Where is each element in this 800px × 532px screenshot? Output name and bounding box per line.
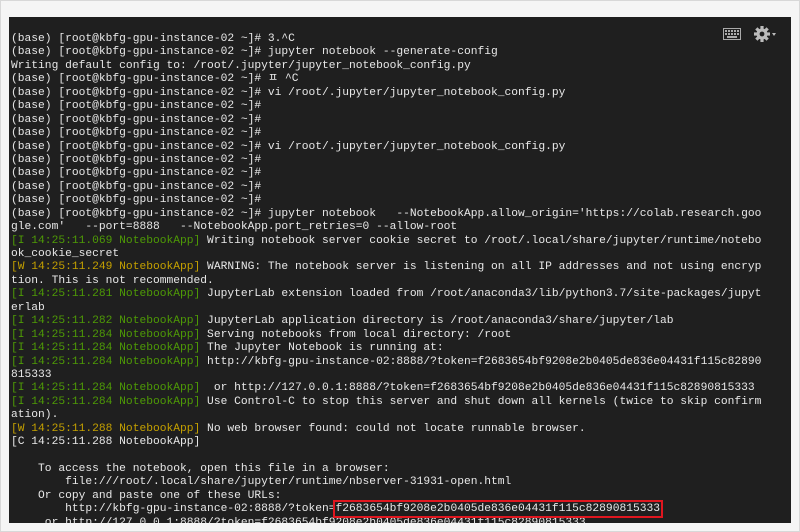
terminal-line: (base) [root@kbfg-gpu-instance-02 ~]# vi…	[11, 141, 761, 154]
line-text: (base) [root@kbfg-gpu-instance-02 ~]# ㅍ …	[11, 73, 299, 86]
log-prefix-info: [I 14:25:11.284 NotebookApp]	[11, 342, 201, 355]
line-text: 815333	[11, 368, 52, 381]
line-text: (base) [root@kbfg-gpu-instance-02 ~]#	[11, 113, 262, 126]
log-prefix-info: [I 14:25:11.284 NotebookApp]	[11, 355, 201, 368]
line-text: Writing default config to: /root/.jupyte…	[11, 59, 471, 72]
line-text: ok_cookie_secret	[11, 248, 120, 260]
terminal-output: (base) [root@kbfg-gpu-instance-02 ~]# 3.…	[11, 33, 761, 523]
line-text: or http://127.0.0.1:8888/?token=f2683654…	[11, 516, 586, 523]
line-text: The Jupyter Notebook is running at:	[200, 342, 444, 355]
line-text: [C 14:25:11.288 NotebookApp]	[11, 436, 201, 449]
line-text: gle.com' --port=8888 --NotebookApp.port_…	[11, 221, 458, 234]
terminal-line: [W 14:25:11.288 NotebookApp] No web brow…	[11, 423, 761, 436]
line-text: ation).	[11, 409, 59, 422]
terminal-line: (base) [root@kbfg-gpu-instance-02 ~]# ju…	[11, 46, 761, 59]
screenshot-frame: (base) [root@kbfg-gpu-instance-02 ~]# 3.…	[0, 0, 800, 532]
line-text: http://kbfg-gpu-instance-02:8888/?token=…	[200, 355, 762, 368]
line-text: (base) [root@kbfg-gpu-instance-02 ~]# ju…	[11, 46, 498, 59]
terminal-line: (base) [root@kbfg-gpu-instance-02 ~]#	[11, 194, 761, 207]
line-text: Serving notebooks from local directory: …	[200, 328, 512, 341]
log-prefix-info: [I 14:25:11.282 NotebookApp]	[11, 315, 201, 328]
line-text: No web browser found: could not locate r…	[200, 422, 586, 435]
line-text: WARNING: The notebook server is listenin…	[200, 261, 762, 274]
line-text: (base) [root@kbfg-gpu-instance-02 ~]# vi…	[11, 140, 566, 153]
line-text: JupyterLab application directory is /roo…	[200, 315, 674, 328]
terminal-line: To access the notebook, open this file i…	[11, 463, 761, 476]
line-text: (base) [root@kbfg-gpu-instance-02 ~]# 3.…	[11, 33, 295, 45]
highlighted-token: f2683654bf9208e2b0405de836e04431f115c828…	[332, 500, 664, 519]
terminal-line: [I 14:25:11.284 NotebookApp] The Jupyter…	[11, 342, 761, 355]
line-text: or http://127.0.0.1:8888/?token=f2683654…	[200, 382, 755, 395]
terminal-window[interactable]: (base) [root@kbfg-gpu-instance-02 ~]# 3.…	[9, 17, 791, 523]
terminal-line: Writing default config to: /root/.jupyte…	[11, 60, 761, 73]
line-text: (base) [root@kbfg-gpu-instance-02 ~]#	[11, 127, 262, 140]
line-text: (base) [root@kbfg-gpu-instance-02 ~]#	[11, 180, 262, 193]
log-prefix-info: [I 14:25:11.069 NotebookApp]	[11, 234, 201, 247]
terminal-line: (base) [root@kbfg-gpu-instance-02 ~]# 3.…	[11, 33, 761, 46]
terminal-line: ation).	[11, 409, 761, 422]
line-text: (base) [root@kbfg-gpu-instance-02 ~]# ju…	[11, 207, 762, 220]
line-text: http://kbfg-gpu-instance-02:8888/?token=	[11, 503, 336, 516]
line-text: Use Control-C to stop this server and sh…	[200, 395, 762, 408]
terminal-line: [I 14:25:11.284 NotebookApp] Serving not…	[11, 329, 761, 342]
line-text: (base) [root@kbfg-gpu-instance-02 ~]# vi…	[11, 86, 566, 99]
terminal-line: or http://127.0.0.1:8888/?token=f2683654…	[11, 517, 761, 523]
terminal-line: (base) [root@kbfg-gpu-instance-02 ~]#	[11, 114, 761, 127]
terminal-line: file:///root/.local/share/jupyter/runtim…	[11, 476, 761, 489]
terminal-line: tion. This is not recommended.	[11, 275, 761, 288]
log-prefix-info: [I 14:25:11.284 NotebookApp]	[11, 382, 201, 395]
terminal-line: (base) [root@kbfg-gpu-instance-02 ~]#	[11, 167, 761, 180]
line-text: Writing notebook server cookie secret to…	[200, 234, 762, 247]
line-text: JupyterLab extension loaded from /root/a…	[200, 288, 762, 301]
terminal-line: http://kbfg-gpu-instance-02:8888/?token=…	[11, 500, 761, 519]
terminal-line: (base) [root@kbfg-gpu-instance-02 ~]# ju…	[11, 208, 761, 221]
terminal-line: [I 14:25:11.284 NotebookApp] http://kbfg…	[11, 356, 761, 369]
terminal-line: (base) [root@kbfg-gpu-instance-02 ~]# vi…	[11, 87, 761, 100]
log-prefix-info: [I 14:25:11.284 NotebookApp]	[11, 328, 201, 341]
terminal-line: gle.com' --port=8888 --NotebookApp.port_…	[11, 221, 761, 234]
line-text: (base) [root@kbfg-gpu-instance-02 ~]#	[11, 194, 262, 207]
line-text: (base) [root@kbfg-gpu-instance-02 ~]#	[11, 153, 262, 166]
log-prefix-info: [I 14:25:11.284 NotebookApp]	[11, 395, 201, 408]
terminal-line: [I 14:25:11.284 NotebookApp] Use Control…	[11, 396, 761, 409]
terminal-line: [C 14:25:11.288 NotebookApp]	[11, 436, 761, 449]
terminal-line: (base) [root@kbfg-gpu-instance-02 ~]# ㅍ …	[11, 73, 761, 86]
line-text: erlab	[11, 301, 45, 314]
log-prefix-warning: [W 14:25:11.288 NotebookApp]	[11, 422, 201, 435]
terminal-line: (base) [root@kbfg-gpu-instance-02 ~]#	[11, 100, 761, 113]
terminal-line: (base) [root@kbfg-gpu-instance-02 ~]#	[11, 181, 761, 194]
terminal-line: [I 14:25:11.069 NotebookApp] Writing not…	[11, 235, 761, 248]
terminal-line: ok_cookie_secret	[11, 248, 761, 261]
terminal-line: [W 14:25:11.249 NotebookApp] WARNING: Th…	[11, 261, 761, 274]
log-prefix-warning: [W 14:25:11.249 NotebookApp]	[11, 261, 201, 274]
terminal-line: 815333	[11, 369, 761, 382]
line-text: (base) [root@kbfg-gpu-instance-02 ~]#	[11, 167, 262, 180]
terminal-line: [I 14:25:11.281 NotebookApp] JupyterLab …	[11, 288, 761, 301]
terminal-line: erlab	[11, 302, 761, 315]
line-text: file:///root/.local/share/jupyter/runtim…	[11, 476, 512, 489]
terminal-line: (base) [root@kbfg-gpu-instance-02 ~]#	[11, 127, 761, 140]
line-text: To access the notebook, open this file i…	[11, 463, 390, 475]
terminal-line: Or copy and paste one of these URLs:	[11, 490, 761, 503]
terminal-line: [I 14:25:11.282 NotebookApp] JupyterLab …	[11, 315, 761, 328]
terminal-line: (base) [root@kbfg-gpu-instance-02 ~]#	[11, 154, 761, 167]
line-text: (base) [root@kbfg-gpu-instance-02 ~]#	[11, 100, 262, 113]
line-text: Or copy and paste one of these URLs:	[11, 489, 282, 502]
line-text: tion. This is not recommended.	[11, 274, 214, 287]
log-prefix-info: [I 14:25:11.281 NotebookApp]	[11, 288, 201, 301]
terminal-line: [I 14:25:11.284 NotebookApp] or http://1…	[11, 382, 761, 395]
